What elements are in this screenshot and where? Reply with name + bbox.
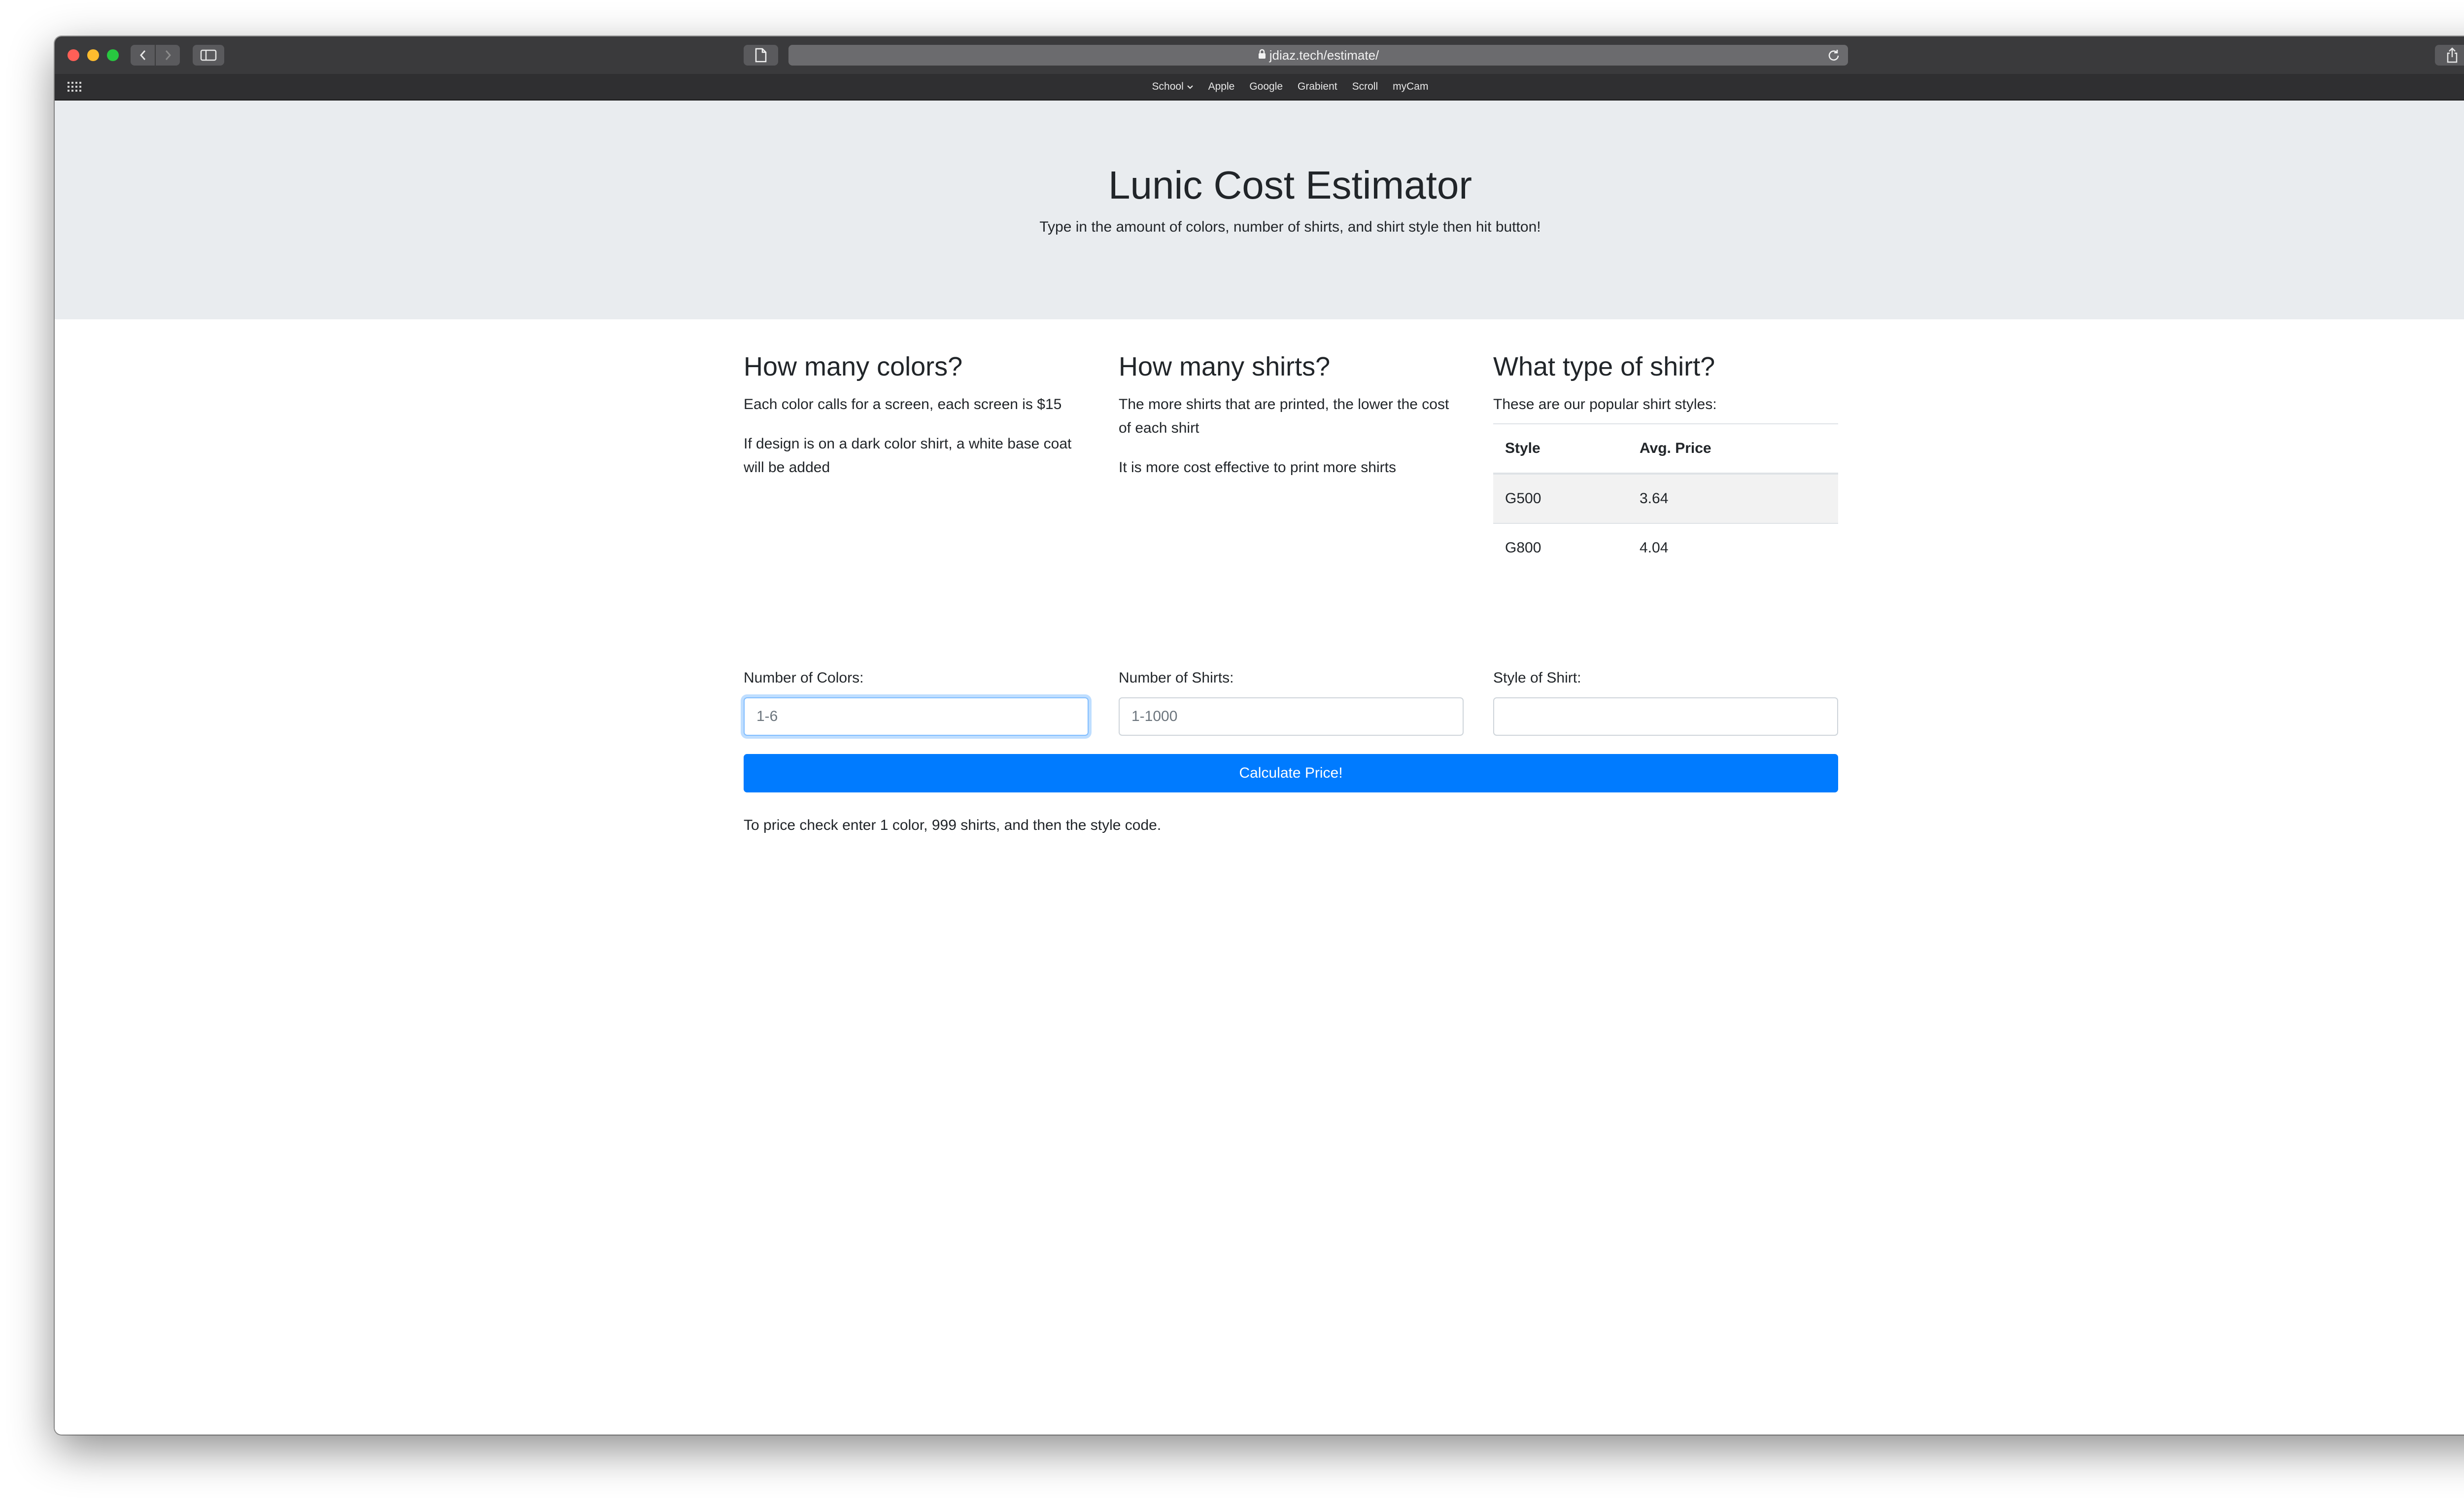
- style-form-group: Style of Shirt:: [1493, 670, 1838, 736]
- favorite-apple[interactable]: Apple: [1208, 81, 1235, 93]
- reload-icon: [1828, 50, 1839, 61]
- web-page: Lunic Cost Estimator Type in the amount …: [55, 101, 2464, 1435]
- page-title: Lunic Cost Estimator: [1108, 163, 1472, 207]
- favorite-google[interactable]: Google: [1249, 81, 1283, 93]
- maximize-window-button[interactable]: [107, 49, 119, 61]
- favorite-school[interactable]: School: [1152, 81, 1194, 93]
- shirts-info-column: How many shirts? The more shirts that ar…: [1119, 351, 1464, 495]
- close-window-button[interactable]: [68, 49, 79, 61]
- address-bar[interactable]: jdiaz.tech/estimate/: [788, 45, 1848, 66]
- number-of-colors-input[interactable]: [744, 697, 1089, 736]
- browser-window: jdiaz.tech/estimate/ School Apple Google…: [55, 36, 2464, 1435]
- sidebar-icon: [200, 49, 217, 61]
- price-check-note: To price check enter 1 color, 999 shirts…: [744, 817, 1162, 833]
- table-row: G800 4.04: [1493, 522, 1838, 572]
- colors-form-group: Number of Colors:: [744, 670, 1089, 736]
- style-info-column: What type of shirt? These are our popula…: [1493, 351, 1838, 572]
- share-icon: [2447, 47, 2458, 63]
- shirts-field-label: Number of Shirts:: [1119, 670, 1234, 686]
- chevron-right-icon: [165, 50, 171, 60]
- page-icon: [755, 48, 767, 63]
- chevron-left-icon: [139, 50, 145, 60]
- chevron-down-icon: [1187, 85, 1193, 89]
- style-heading: What type of shirt?: [1493, 352, 1715, 381]
- number-of-shirts-input[interactable]: [1119, 697, 1464, 736]
- shirt-styles-table: Style Avg. Price G500 3.64 G800 4.04: [1493, 423, 1838, 572]
- colors-info-text: If design is on a dark color shirt, a wh…: [744, 435, 1072, 476]
- colors-info-column: How many colors? Each color calls for a …: [744, 351, 1089, 495]
- table-header-price: Avg. Price: [1628, 423, 1838, 475]
- shirts-heading: How many shirts?: [1119, 352, 1331, 381]
- url-text: jdiaz.tech/estimate/: [1269, 47, 1379, 63]
- screenshot-stage: jdiaz.tech/estimate/ School Apple Google…: [0, 0, 2464, 1507]
- share-button[interactable]: [2435, 45, 2464, 66]
- forward-button[interactable]: [155, 45, 180, 66]
- shirts-form-group: Number of Shirts:: [1119, 670, 1464, 736]
- style-field-label: Style of Shirt:: [1493, 670, 1581, 686]
- minimize-window-button[interactable]: [87, 49, 99, 61]
- table-cell-style: G800: [1493, 522, 1628, 572]
- calculate-price-button[interactable]: Calculate Price!: [744, 754, 1838, 792]
- lock-icon: [1258, 48, 1266, 63]
- back-button[interactable]: [131, 45, 155, 66]
- table-cell-style: G500: [1493, 473, 1628, 523]
- navigation-buttons: [131, 45, 180, 66]
- colors-info-text: Each color calls for a screen, each scre…: [744, 396, 1062, 412]
- sidebar-toggle-button[interactable]: [193, 45, 224, 66]
- favorite-label: School: [1152, 81, 1184, 92]
- table-row: G500 3.64: [1493, 473, 1838, 523]
- page-subtitle: Type in the amount of colors, number of …: [1039, 219, 1541, 235]
- colors-field-label: Number of Colors:: [744, 670, 864, 686]
- favorite-grabient[interactable]: Grabient: [1298, 81, 1337, 93]
- browser-titlebar: jdiaz.tech/estimate/: [55, 36, 2464, 75]
- table-cell-price: 3.64: [1628, 473, 1838, 523]
- reader-view-button[interactable]: [744, 45, 778, 66]
- style-of-shirt-input[interactable]: [1493, 697, 1838, 736]
- favorite-scroll[interactable]: Scroll: [1352, 81, 1378, 93]
- reload-button[interactable]: [1825, 47, 1842, 64]
- colors-heading: How many colors?: [744, 352, 963, 381]
- favorites-list: School Apple Google Grabient Scroll myCa…: [55, 74, 2464, 100]
- header-banner: Lunic Cost Estimator Type in the amount …: [55, 101, 2464, 319]
- table-header-row: Style Avg. Price: [1493, 423, 1838, 475]
- table-cell-price: 4.04: [1628, 522, 1838, 572]
- favorite-mycam[interactable]: myCam: [1393, 81, 1428, 93]
- style-info-text: These are our popular shirt styles:: [1493, 396, 1717, 412]
- shirts-info-text: The more shirts that are printed, the lo…: [1119, 396, 1449, 436]
- shirts-info-text: It is more cost effective to print more …: [1119, 459, 1396, 476]
- favorites-bar: School Apple Google Grabient Scroll myCa…: [55, 74, 2464, 101]
- table-header-style: Style: [1493, 423, 1628, 475]
